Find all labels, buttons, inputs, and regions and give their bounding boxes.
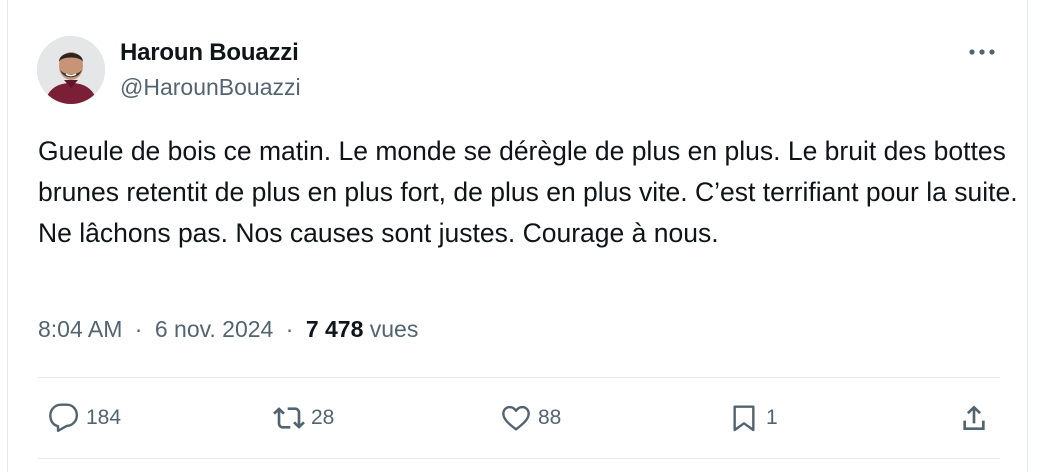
tweet-meta: 8:04 AM · 6 nov. 2024 · 7 478 vues bbox=[38, 316, 418, 343]
divider bbox=[38, 458, 1000, 459]
divider bbox=[38, 377, 1000, 378]
reply-icon bbox=[49, 403, 79, 433]
share-button[interactable] bbox=[958, 398, 990, 438]
retweet-button[interactable]: 28 bbox=[273, 398, 334, 438]
tweet-text: Gueule de bois ce matin. Le monde se dér… bbox=[38, 131, 1018, 254]
tweet-paragraph: Gueule de bois ce matin. Le monde se dér… bbox=[38, 136, 1018, 207]
views-label: vues bbox=[369, 316, 419, 342]
retweet-count: 28 bbox=[311, 406, 335, 429]
author-name[interactable]: Haroun Bouazzi bbox=[120, 39, 299, 67]
author-handle[interactable]: @HarounBouazzi bbox=[120, 74, 301, 101]
tweet-time[interactable]: 8:04 AM bbox=[38, 316, 122, 342]
meta-separator: · bbox=[134, 316, 143, 342]
tweet-card: Haroun Bouazzi @HarounBouazzi Gueule de … bbox=[7, 0, 1028, 472]
tweet-paragraph: Ne lâchons pas. Nos causes sont justes. … bbox=[38, 218, 719, 248]
share-icon bbox=[963, 405, 985, 430]
like-count: 88 bbox=[538, 406, 562, 429]
bookmark-count: 1 bbox=[766, 406, 778, 429]
meta-separator: · bbox=[285, 316, 294, 342]
reply-button[interactable]: 184 bbox=[48, 398, 121, 438]
bookmark-button[interactable]: 1 bbox=[728, 398, 778, 438]
like-button[interactable]: 88 bbox=[500, 398, 561, 438]
views-count[interactable]: 7 478 bbox=[306, 316, 364, 342]
profile-photo-icon bbox=[37, 36, 105, 104]
avatar[interactable] bbox=[37, 36, 105, 104]
retweet-icon bbox=[273, 407, 305, 429]
bookmark-icon bbox=[733, 405, 755, 432]
reply-count: 184 bbox=[86, 406, 122, 429]
tweet-date[interactable]: 6 nov. 2024 bbox=[155, 316, 274, 342]
more-options-button[interactable] bbox=[966, 40, 998, 64]
heart-icon bbox=[502, 405, 530, 431]
more-dots-icon bbox=[969, 49, 995, 55]
